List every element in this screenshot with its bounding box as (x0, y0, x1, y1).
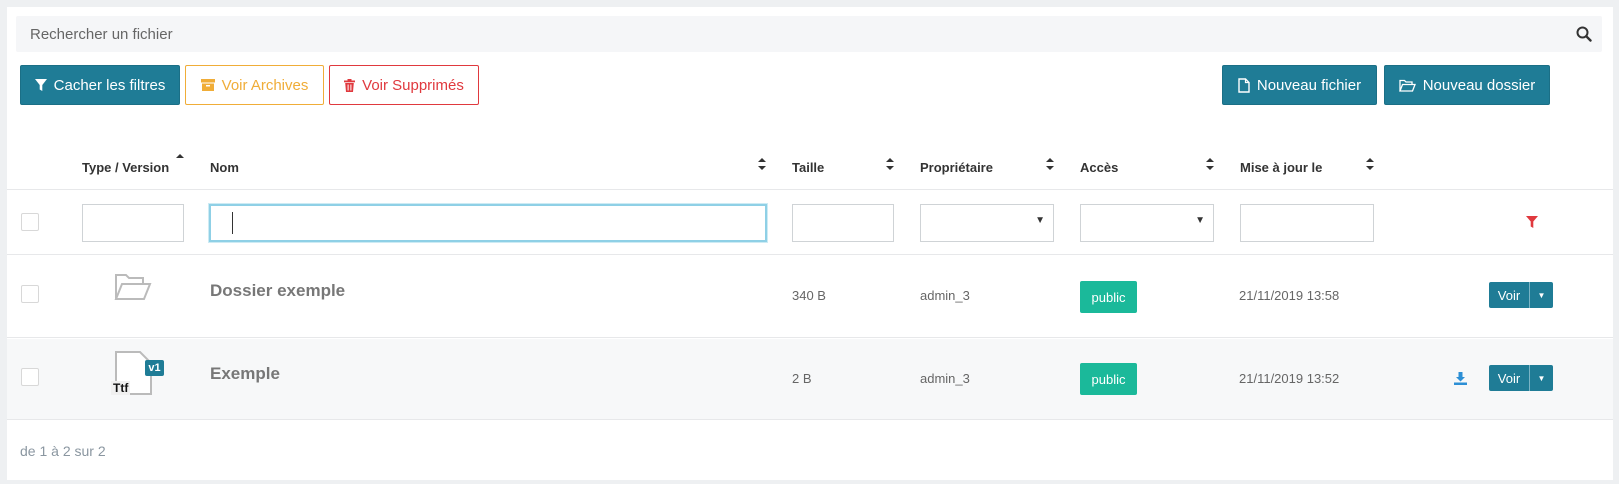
new-file-button[interactable]: Nouveau fichier (1222, 65, 1377, 105)
view-split-button: Voir ▼ (1489, 365, 1553, 391)
view-button[interactable]: Voir (1489, 365, 1530, 391)
sort-icon[interactable] (1366, 157, 1374, 171)
archive-icon (200, 79, 215, 91)
chevron-down-icon: ▼ (1035, 215, 1045, 226)
file-owner: admin_3 (920, 371, 970, 386)
access-badge: public (1080, 281, 1137, 313)
file-size: 340 B (792, 288, 826, 303)
row-divider (7, 337, 1613, 338)
file-extension: Ttf (111, 381, 131, 395)
hide-filters-button[interactable]: Cacher les filtres (20, 65, 180, 105)
view-dropdown-toggle[interactable]: ▼ (1530, 282, 1553, 308)
folder-open-icon[interactable] (114, 272, 152, 302)
file-name-link[interactable]: Exemple (210, 364, 280, 384)
search-input[interactable] (16, 16, 1602, 52)
file-size: 2 B (792, 371, 812, 386)
owner-filter-select[interactable]: ▼ (920, 204, 1054, 242)
view-dropdown-toggle[interactable]: ▼ (1530, 365, 1553, 391)
row-checkbox[interactable] (21, 285, 39, 303)
new-folder-button[interactable]: Nouveau dossier (1384, 65, 1550, 105)
download-icon[interactable] (1454, 372, 1467, 385)
caret-down-icon: ▼ (1537, 373, 1546, 383)
sort-icon[interactable] (1046, 157, 1054, 171)
date-filter-input[interactable] (1240, 204, 1374, 242)
select-all-checkbox[interactable] (21, 213, 39, 231)
type-filter-input[interactable] (82, 204, 184, 242)
folder-open-icon (1398, 79, 1416, 92)
search-icon[interactable] (1576, 26, 1592, 42)
column-header-updated[interactable]: Mise à jour le (1240, 160, 1322, 175)
pagination-info: de 1 à 2 sur 2 (20, 443, 106, 459)
new-folder-label: Nouveau dossier (1422, 76, 1536, 94)
sort-icon[interactable] (1206, 157, 1214, 171)
column-header-owner[interactable]: Propriétaire (920, 160, 993, 175)
column-header-name[interactable]: Nom (210, 160, 239, 175)
file-updated: 21/11/2019 13:52 (1239, 371, 1340, 386)
sort-icon[interactable] (758, 157, 766, 171)
trash-icon (344, 78, 356, 92)
filter-icon (34, 78, 47, 91)
view-deleted-button[interactable]: Voir Supprimés (329, 65, 479, 105)
text-cursor (232, 212, 233, 234)
caret-down-icon: ▼ (1537, 290, 1546, 300)
size-filter-input[interactable] (792, 204, 894, 242)
view-button[interactable]: Voir (1489, 282, 1530, 308)
file-name-link[interactable]: Dossier exemple (210, 281, 345, 301)
table-bottom-divider (7, 419, 1613, 420)
sort-icon[interactable] (886, 157, 894, 171)
access-filter-select[interactable]: ▼ (1080, 204, 1214, 242)
file-owner: admin_3 (920, 288, 970, 303)
row-checkbox[interactable] (21, 368, 39, 386)
view-split-button: Voir ▼ (1489, 282, 1553, 308)
filter-divider (7, 254, 1613, 255)
file-icon (1238, 77, 1250, 93)
hide-filters-label: Cacher les filtres (53, 76, 166, 94)
column-header-access[interactable]: Accès (1080, 160, 1118, 175)
column-header-type[interactable]: Type / Version (82, 160, 169, 175)
view-deleted-label: Voir Supprimés (362, 76, 464, 94)
new-file-label: Nouveau fichier (1256, 76, 1362, 94)
view-archives-button[interactable]: Voir Archives (185, 65, 324, 105)
search-bar (16, 16, 1602, 52)
column-header-size[interactable]: Taille (792, 160, 824, 175)
file-updated: 21/11/2019 13:58 (1239, 288, 1340, 303)
access-badge: public (1080, 363, 1137, 395)
chevron-down-icon: ▼ (1195, 215, 1205, 226)
version-badge: v1 (145, 360, 164, 376)
header-divider (7, 189, 1613, 190)
sort-asc-icon[interactable] (176, 152, 184, 166)
clear-filter-icon[interactable] (1526, 216, 1538, 228)
view-archives-label: Voir Archives (221, 76, 309, 94)
name-filter-input[interactable] (209, 204, 767, 242)
